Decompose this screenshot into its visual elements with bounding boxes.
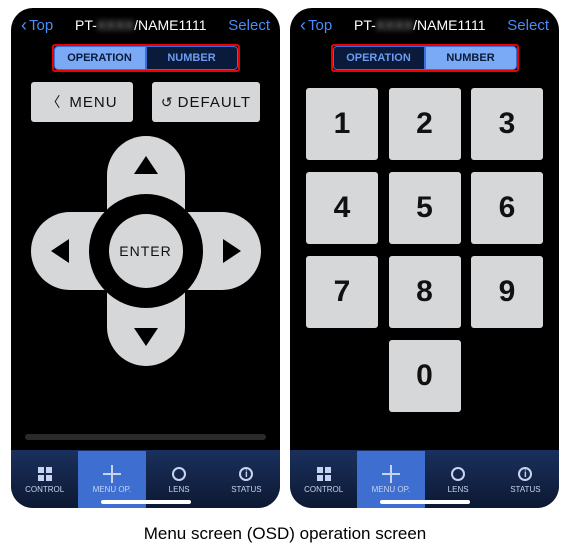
triangle-left-icon	[51, 239, 69, 263]
app-header: ‹ Top PT-XXXX/NAME1111 Select	[292, 10, 557, 38]
info-icon: i	[516, 465, 534, 483]
tab-operation[interactable]: OPERATION	[54, 46, 146, 70]
app-header: ‹ Top PT-XXXX/NAME1111 Select	[13, 10, 278, 38]
arrows-icon	[103, 465, 121, 483]
chevron-left-icon: 〈	[46, 92, 61, 112]
grid-icon	[36, 465, 54, 483]
dpad: ENTER	[31, 136, 261, 366]
triangle-right-icon	[223, 239, 241, 263]
menu-button[interactable]: 〈 MENU	[31, 82, 133, 122]
select-button[interactable]: Select	[507, 17, 549, 34]
triangle-down-icon	[134, 328, 158, 346]
numkey-2[interactable]: 2	[389, 88, 461, 160]
home-indicator[interactable]	[380, 500, 470, 504]
reset-icon: ↺	[161, 94, 174, 111]
info-icon: i	[237, 465, 255, 483]
highlight-frame: OPERATION NUMBER	[331, 44, 519, 72]
triangle-up-icon	[134, 156, 158, 174]
highlight-frame: OPERATION NUMBER	[52, 44, 240, 72]
figure-caption: Menu screen (OSD) operation screen	[0, 516, 570, 550]
nav-status[interactable]: i STATUS	[492, 451, 559, 508]
phone-number-view: ‹ Top PT-XXXX/NAME1111 Select OPERATION …	[290, 8, 559, 508]
numpad: 1 2 3 4 5 6 7 8 9 0	[292, 82, 557, 412]
back-button[interactable]: ‹ Top	[21, 16, 53, 34]
chevron-left-icon: ‹	[21, 16, 27, 34]
home-indicator[interactable]	[101, 500, 191, 504]
default-button[interactable]: ↺ DEFAULT	[152, 82, 260, 122]
chevron-left-icon: ‹	[300, 16, 306, 34]
numkey-3[interactable]: 3	[471, 88, 543, 160]
dpad-center-ring: ENTER	[89, 194, 203, 308]
select-button[interactable]: Select	[228, 17, 270, 34]
tab-number[interactable]: NUMBER	[425, 46, 517, 70]
grid-icon	[315, 465, 333, 483]
phone-operation-view: ‹ Top PT-XXXX/NAME1111 Select OPERATION …	[11, 8, 280, 508]
scrollbar[interactable]	[25, 434, 266, 440]
nav-status[interactable]: i STATUS	[213, 451, 280, 508]
tab-operation[interactable]: OPERATION	[333, 46, 425, 70]
nav-control[interactable]: CONTROL	[11, 451, 78, 508]
device-title: PT-XXXX/NAME1111	[75, 17, 207, 33]
back-label: Top	[308, 17, 332, 34]
numkey-6[interactable]: 6	[471, 172, 543, 244]
lens-icon	[170, 465, 188, 483]
device-title: PT-XXXX/NAME1111	[354, 17, 486, 33]
enter-button[interactable]: ENTER	[109, 214, 183, 288]
numkey-8[interactable]: 8	[389, 256, 461, 328]
lens-icon	[449, 465, 467, 483]
numkey-7[interactable]: 7	[306, 256, 378, 328]
numkey-5[interactable]: 5	[389, 172, 461, 244]
numkey-4[interactable]: 4	[306, 172, 378, 244]
back-label: Top	[29, 17, 53, 34]
numkey-0[interactable]: 0	[389, 340, 461, 412]
back-button[interactable]: ‹ Top	[300, 16, 332, 34]
tab-number[interactable]: NUMBER	[146, 46, 238, 70]
numkey-9[interactable]: 9	[471, 256, 543, 328]
numkey-1[interactable]: 1	[306, 88, 378, 160]
arrows-icon	[382, 465, 400, 483]
nav-control[interactable]: CONTROL	[290, 451, 357, 508]
